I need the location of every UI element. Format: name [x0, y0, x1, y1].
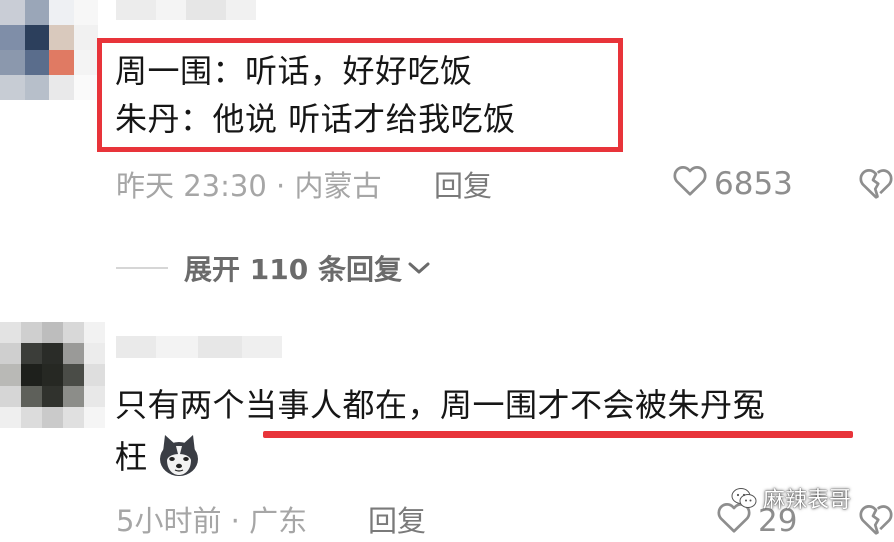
- comment-text-line-2: 枉: [115, 438, 148, 476]
- expand-replies-label: 展开 110 条回复: [184, 253, 402, 286]
- reply-button[interactable]: 回复: [368, 498, 426, 540]
- watermark: 麻辣表哥: [731, 482, 851, 514]
- comment-meta: 昨天 23:30 · 内蒙古: [116, 169, 382, 203]
- dislike-button[interactable]: [858, 166, 894, 204]
- divider-line: [116, 267, 168, 269]
- highlight-underline: [263, 431, 853, 438]
- comment-meta: 5小时前 · 广东: [116, 504, 308, 538]
- comment-text-line-2: 朱丹：他说 听话才给我吃饭: [115, 100, 516, 138]
- watermark-label: 麻辣表哥: [763, 488, 852, 513]
- like-count: 6853: [714, 166, 793, 202]
- broken-heart-icon: [858, 505, 894, 540]
- reply-button[interactable]: 回复: [434, 163, 492, 205]
- username-blurred[interactable]: [116, 0, 256, 20]
- avatar[interactable]: [0, 0, 98, 100]
- comment-text-line-1: 只有两个当事人都在，周一围才不会被朱丹冤: [115, 386, 766, 424]
- chevron-down-icon: [406, 258, 432, 278]
- expand-replies-button[interactable]: 展开 110 条回复: [116, 248, 432, 288]
- wechat-icon: [731, 487, 757, 509]
- username-blurred[interactable]: [116, 336, 282, 358]
- broken-heart-icon: [858, 169, 894, 204]
- like-button[interactable]: 6853: [672, 163, 793, 205]
- dislike-button[interactable]: [858, 502, 894, 540]
- heart-icon: [672, 163, 708, 205]
- emoji-dog-icon: [155, 432, 203, 484]
- avatar[interactable]: [0, 322, 105, 428]
- comment-text-line-1: 周一围：听话，好好吃饭: [115, 52, 473, 90]
